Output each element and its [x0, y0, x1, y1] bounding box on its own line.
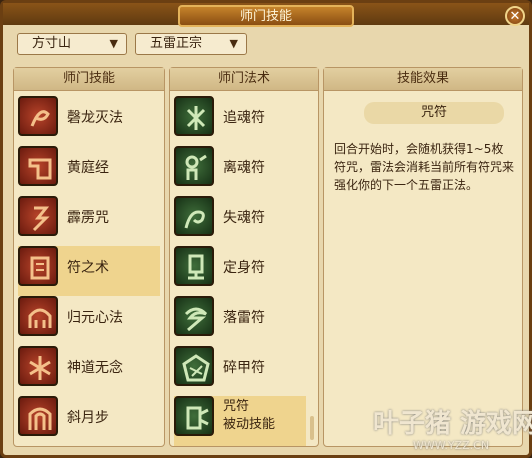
- skills-panel: 师门技能 磬龙灭法 黄庭经 霹雳咒 符之术 归元心法 神道无念 斜月步: [13, 67, 165, 447]
- spell-passive-tag: 被动技能: [223, 417, 276, 432]
- chevron-down-icon: ▼: [109, 37, 118, 50]
- spell-item[interactable]: 追魂符: [174, 96, 306, 146]
- skill-label: 黄庭经: [67, 160, 109, 176]
- skill-item[interactable]: 黄庭经: [18, 146, 160, 196]
- spell-label: 落雷符: [223, 310, 265, 326]
- spells-panel-header: 师门法术: [170, 68, 318, 91]
- talisman-icon: [18, 246, 58, 286]
- spell-label: 碎甲符: [223, 360, 265, 376]
- spell-item[interactable]: 离魂符: [174, 146, 306, 196]
- school-dropdown-value: 五雷正宗: [150, 36, 203, 51]
- lose-soul-icon: [174, 196, 214, 236]
- spell-label: 咒符 被动技能: [223, 398, 275, 434]
- arch-icon: [18, 396, 58, 436]
- freeze-icon: [174, 246, 214, 286]
- skill-label: 磬龙灭法: [67, 110, 123, 126]
- effect-panel-header: 技能效果: [324, 68, 522, 91]
- spell-label: 定身符: [223, 260, 265, 276]
- window-title: 师门技能: [178, 5, 354, 27]
- skill-label: 霹雳咒: [67, 210, 109, 226]
- skill-item[interactable]: 磬龙灭法: [18, 96, 160, 146]
- skill-item[interactable]: 斜月步: [18, 396, 160, 446]
- watermark-logo: 叶子猪 游戏网: [373, 409, 532, 439]
- armor-break-icon: [174, 346, 214, 386]
- spell-item[interactable]: 落雷符: [174, 296, 306, 346]
- school-dropdown[interactable]: 五雷正宗 ▼: [135, 33, 247, 55]
- skill-item-selected[interactable]: 符之术: [18, 246, 160, 296]
- spell-label: 失魂符: [223, 210, 265, 226]
- skills-panel-header: 师门技能: [14, 68, 164, 91]
- spell-label: 离魂符: [223, 160, 265, 176]
- skill-item[interactable]: 归元心法: [18, 296, 160, 346]
- spell-name: 咒符: [223, 399, 250, 414]
- spell-label: 追魂符: [223, 110, 265, 126]
- dragon-icon: [18, 96, 58, 136]
- curse-talisman-icon: [174, 396, 214, 436]
- skill-item[interactable]: 霹雳咒: [18, 196, 160, 246]
- skill-item[interactable]: 神道无念: [18, 346, 160, 396]
- watermark-url: WWW.YZZ.CN: [413, 439, 490, 452]
- effect-description: 回合开始时，会随机获得1~5枚符咒，雷法会消耗当前所有符咒来强化你的下一个五雷正…: [334, 142, 515, 192]
- skill-label: 归元心法: [67, 310, 123, 326]
- helmet-icon: [18, 296, 58, 336]
- spell-item[interactable]: 定身符: [174, 246, 306, 296]
- skills-window: 师门技能 ✕ 方寸山 ▼ 五雷正宗 ▼ 师门技能 磬龙灭法 黄庭经 霹雳咒 符之…: [0, 0, 532, 458]
- spells-panel: 师门法术 追魂符 离魂符 失魂符 定身符 落雷符 碎甲符 咒符 被动技能: [169, 67, 319, 447]
- skill-label: 斜月步: [67, 410, 109, 426]
- skill-label: 符之术: [67, 260, 109, 276]
- leave-soul-icon: [174, 146, 214, 186]
- lightning-icon: [18, 196, 58, 236]
- chevron-down-icon: ▼: [229, 37, 238, 50]
- chase-soul-icon: [174, 96, 214, 136]
- effect-title: 咒符: [364, 102, 504, 124]
- thunder-icon: [174, 296, 214, 336]
- close-button[interactable]: ✕: [505, 6, 525, 26]
- skill-label: 神道无念: [67, 360, 123, 376]
- effect-panel: 技能效果 咒符 回合开始时，会随机获得1~5枚符咒，雷法会消耗当前所有符咒来强化…: [323, 67, 523, 447]
- spirit-icon: [18, 346, 58, 386]
- sect-dropdown-value: 方寸山: [32, 36, 72, 51]
- scroll-icon: [18, 146, 58, 186]
- sect-dropdown[interactable]: 方寸山 ▼: [17, 33, 127, 55]
- spell-item[interactable]: 碎甲符: [174, 346, 306, 396]
- spell-item-selected[interactable]: 咒符 被动技能: [174, 396, 306, 446]
- scrollbar[interactable]: [310, 416, 314, 440]
- spell-item[interactable]: 失魂符: [174, 196, 306, 246]
